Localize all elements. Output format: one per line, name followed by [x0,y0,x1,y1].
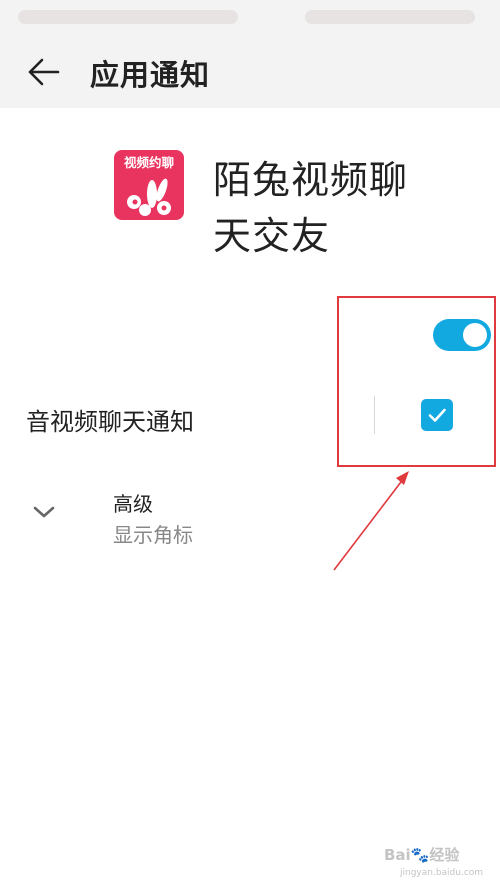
advanced-title[interactable]: 高级 [113,488,153,517]
toggle-knob [463,323,487,347]
channel-label: 音视频聊天通知 [26,408,194,436]
app-name-line2: 天交友 [213,214,331,258]
arrow-left-icon [28,58,60,86]
checkmark-icon [428,408,446,422]
watermark-url: jingyan.baidu.com [400,868,484,878]
baidu-watermark: Bai🐾经验 [384,846,460,864]
app-name: 陌兔视频聊 天交友 [213,152,453,264]
status-blur-right [305,10,475,24]
app-bar: 应用通知 [0,36,500,108]
page-title: 应用通知 [90,58,211,92]
rabbit-logo-icon [127,178,171,216]
status-bar [0,0,500,36]
app-name-line1: 陌兔视频聊 [213,158,409,202]
advanced-subtitle: 显示角标 [113,523,193,547]
row-divider [374,396,375,434]
chevron-down-icon [33,506,55,518]
status-blur-left [18,10,238,24]
app-icon: 视频约聊 [114,150,184,220]
channel-checkbox[interactable] [421,399,453,431]
advanced-expand-button[interactable] [32,504,56,520]
back-button[interactable] [24,54,64,90]
annotation-arrow-icon [333,471,409,571]
notification-toggle[interactable] [433,319,491,351]
